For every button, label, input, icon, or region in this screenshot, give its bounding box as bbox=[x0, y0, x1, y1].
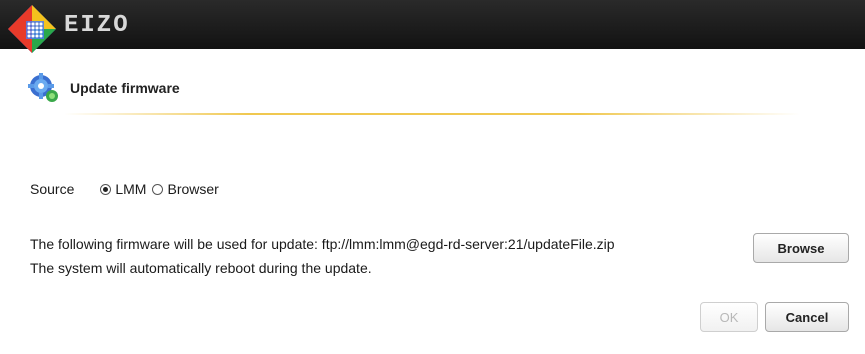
title-divider bbox=[64, 113, 800, 115]
radio-lmm-button[interactable] bbox=[100, 183, 112, 195]
source-row: Source LMM Browser bbox=[30, 178, 225, 200]
top-bar: EIZO bbox=[0, 0, 865, 53]
browse-button[interactable]: Browse bbox=[753, 233, 849, 263]
cancel-button[interactable]: Cancel bbox=[765, 302, 849, 332]
radio-browser[interactable]: Browser bbox=[152, 181, 219, 197]
firmware-source-text: The following firmware will be used for … bbox=[30, 236, 615, 252]
radio-browser-button[interactable] bbox=[152, 183, 164, 195]
brand-logo-text: EIZO bbox=[64, 11, 130, 39]
radio-lmm-label: LMM bbox=[115, 181, 147, 197]
gear-icon bbox=[28, 73, 58, 102]
reboot-notice-text: The system will automatically reboot dur… bbox=[30, 260, 372, 276]
radio-browser-label: Browser bbox=[167, 181, 219, 197]
eizo-logo-icon bbox=[8, 5, 56, 53]
section-header: Update firmware bbox=[28, 72, 180, 104]
ok-button[interactable]: OK bbox=[700, 302, 758, 332]
radio-lmm[interactable]: LMM bbox=[100, 181, 146, 197]
page-title: Update firmware bbox=[70, 80, 180, 96]
source-label: Source bbox=[30, 181, 75, 197]
